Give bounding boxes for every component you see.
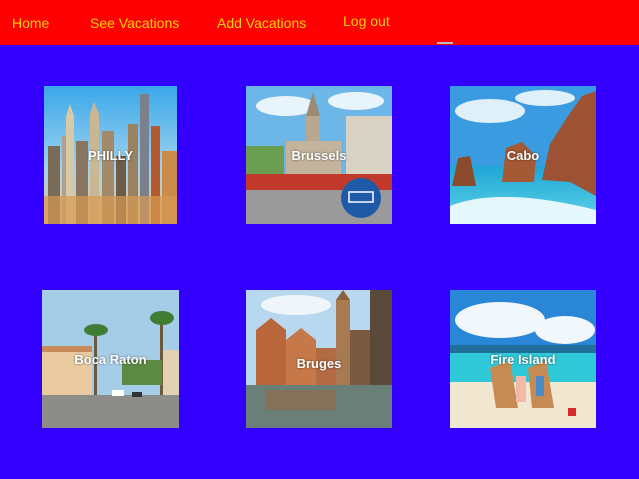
nav-home-link[interactable]: Home — [12, 15, 49, 31]
vacation-card-philly[interactable]: PHILLY — [44, 86, 177, 224]
vacation-card-label: Bruges — [296, 356, 342, 371]
top-navbar: Home See Vacations Add Vacations Log out — [0, 0, 639, 45]
nav-log-out-link[interactable]: Log out — [343, 13, 390, 29]
vacation-card-cabo[interactable]: Cabo — [450, 86, 596, 224]
nav-divider — [437, 42, 453, 44]
vacation-card-boca-raton[interactable]: Boca Raton — [42, 290, 179, 428]
nav-see-vacations-link[interactable]: See Vacations — [90, 15, 179, 31]
vacation-card-label: Fire Island — [490, 352, 556, 367]
vacation-card-bruges[interactable]: Bruges — [246, 290, 392, 428]
vacation-card-label: PHILLY — [87, 148, 134, 163]
vacation-card-label: Brussels — [291, 148, 347, 163]
vacation-card-fire-island[interactable]: Fire Island — [450, 290, 596, 428]
vacation-card-label: Boca Raton — [74, 352, 147, 367]
nav-add-vacations-link[interactable]: Add Vacations — [217, 15, 306, 31]
vacation-card-label: Cabo — [506, 148, 540, 163]
vacation-card-brussels[interactable]: Brussels — [246, 86, 392, 224]
